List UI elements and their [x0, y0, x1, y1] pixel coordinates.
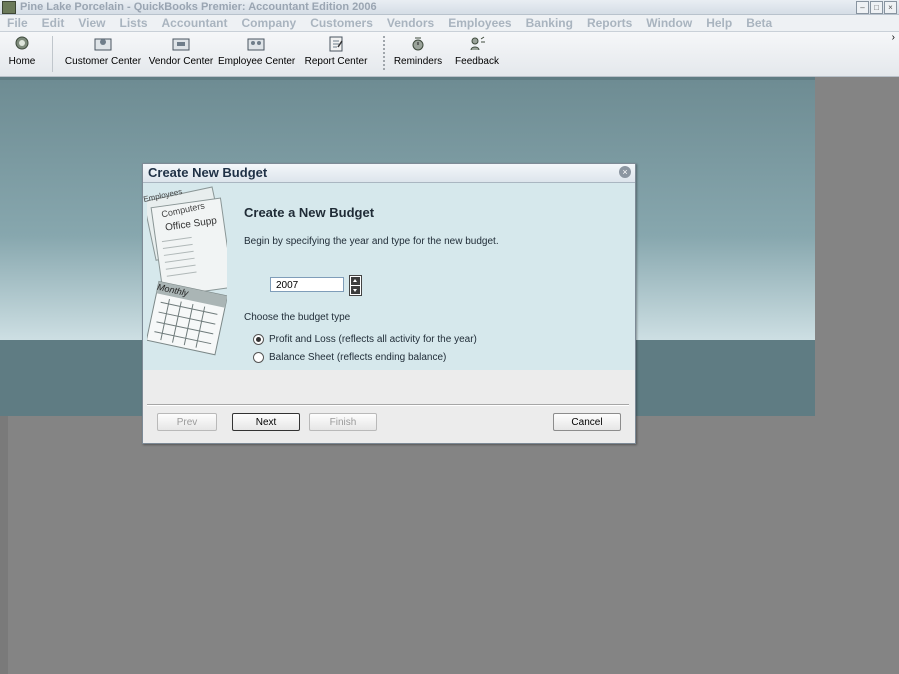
cancel-button[interactable]: Cancel [553, 413, 621, 431]
toolbar-separator-dotted [383, 36, 385, 72]
window-controls: – □ × [856, 1, 897, 14]
report-center-button[interactable]: Report Center [302, 34, 370, 74]
report-center-icon [325, 35, 347, 52]
menu-customers[interactable]: Customers [303, 15, 380, 31]
dialog-heading: Create a New Budget [244, 205, 375, 220]
vendor-center-button[interactable]: Vendor Center [147, 34, 215, 74]
icon-toolbar: Home Customer Center Vendor Center Emplo… [0, 32, 899, 77]
next-button[interactable]: Next [232, 413, 300, 431]
customer-center-icon [92, 35, 114, 52]
radio-balance-sheet[interactable]: Balance Sheet (reflects ending balance) [253, 352, 446, 363]
menu-company[interactable]: Company [235, 15, 304, 31]
workspace-bottom [0, 416, 899, 674]
instruction-text: Begin by specifying the year and type fo… [244, 236, 499, 247]
spinner-down-icon[interactable] [351, 286, 360, 294]
feedback-icon [466, 35, 488, 52]
radio-selected-icon[interactable] [253, 334, 264, 345]
workspace-left-strip [0, 416, 8, 674]
employee-center-icon [245, 35, 267, 52]
menu-accountant[interactable]: Accountant [155, 15, 235, 31]
menu-window[interactable]: Window [639, 15, 699, 31]
radio-profit-and-loss[interactable]: Profit and Loss (reflects all activity f… [253, 334, 477, 345]
dialog-title: Create New Budget [148, 165, 268, 180]
prev-button[interactable]: Prev [157, 413, 217, 431]
vendor-center-icon [170, 35, 192, 52]
budget-year-field[interactable]: 2007 [270, 277, 344, 292]
minimize-button[interactable]: – [856, 1, 869, 14]
menu-view[interactable]: View [71, 15, 112, 31]
menu-help[interactable]: Help [699, 15, 739, 31]
year-spinner[interactable] [349, 275, 362, 296]
radio-label: Profit and Loss (reflects all activity f… [269, 334, 477, 345]
spinner-up-icon[interactable] [351, 277, 360, 285]
home-icon [11, 35, 33, 52]
create-new-budget-dialog: Create New Budget × Employees Computers [142, 163, 636, 444]
app-icon [2, 1, 16, 14]
close-window-button[interactable]: × [884, 1, 897, 14]
dialog-body: Employees Computers Office Supp Monthly … [142, 183, 635, 370]
window-title: Pine Lake Porcelain - QuickBooks Premier… [20, 1, 377, 13]
menu-beta[interactable]: Beta [739, 15, 779, 31]
menu-banking[interactable]: Banking [519, 15, 580, 31]
radio-unselected-icon[interactable] [253, 352, 264, 363]
maximize-button[interactable]: □ [870, 1, 883, 14]
dialog-close-button[interactable]: × [619, 166, 631, 178]
window-titlebar: Pine Lake Porcelain - QuickBooks Premier… [0, 0, 899, 15]
home-button[interactable]: Home [2, 34, 42, 74]
reminders-icon [407, 35, 429, 52]
feedback-button[interactable]: Feedback [453, 34, 501, 74]
employee-center-button[interactable]: Employee Center [218, 34, 295, 74]
dialog-titlebar: Create New Budget × [143, 164, 635, 183]
budget-illustration: Employees Computers Office Supp Monthly [142, 183, 234, 363]
menu-lists[interactable]: Lists [112, 15, 154, 31]
toolbar-overflow-icon[interactable]: › [892, 32, 895, 43]
reminders-button[interactable]: Reminders [393, 34, 443, 74]
customer-center-button[interactable]: Customer Center [62, 34, 144, 74]
menu-file[interactable]: File [0, 15, 35, 31]
menu-reports[interactable]: Reports [580, 15, 639, 31]
radio-label: Balance Sheet (reflects ending balance) [269, 352, 447, 363]
dialog-divider [147, 404, 629, 406]
toolbar-separator [52, 36, 53, 72]
menu-vendors[interactable]: Vendors [380, 15, 441, 31]
menu-edit[interactable]: Edit [35, 15, 72, 31]
menu-bar: File Edit View Lists Accountant Company … [0, 15, 899, 32]
finish-button[interactable]: Finish [309, 413, 377, 431]
menu-employees[interactable]: Employees [441, 15, 518, 31]
budget-type-label: Choose the budget type [244, 312, 351, 323]
